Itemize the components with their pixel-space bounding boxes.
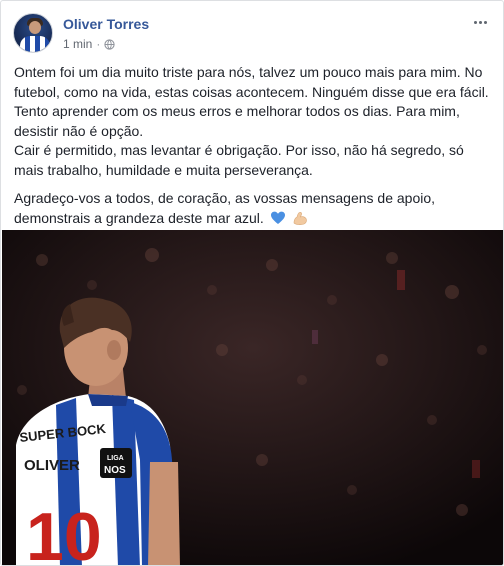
post-timestamp[interactable]: 1 min (63, 37, 92, 51)
player-figure: 10 OLIVER SUPER BOCK LIGA NOS (16, 297, 180, 566)
post-meta: 1 min · (63, 37, 115, 51)
liga-badge-top: LIGA (107, 455, 124, 462)
post-paragraph-2: Cair é permitido, mas levantar é obrigaç… (14, 142, 464, 178)
blue-heart-icon (270, 211, 285, 224)
flexed-biceps-icon (293, 211, 307, 225)
post-header: Oliver Torres 1 min · (13, 11, 491, 57)
more-options-icon[interactable] (469, 13, 491, 31)
author-name[interactable]: Oliver Torres (63, 16, 149, 32)
author-avatar[interactable] (13, 13, 53, 53)
post-paragraph-3-text: Agradeço-vos a todos, de coração, as vos… (14, 190, 436, 226)
meta-separator: · (96, 37, 101, 51)
post-message: Ontem foi um dia muito triste para nós, … (14, 63, 494, 228)
jersey-number: 10 (26, 499, 102, 566)
facebook-post-card: Oliver Torres 1 min · Ontem foi um dia m… (0, 0, 504, 566)
post-paragraph-1: Ontem foi um dia muito triste para nós, … (14, 64, 489, 139)
post-photo[interactable]: 10 OLIVER SUPER BOCK LIGA NOS (2, 230, 503, 566)
jersey-name: OLIVER (24, 457, 80, 474)
liga-badge-bottom: NOS (104, 465, 126, 476)
globe-icon[interactable] (104, 38, 115, 50)
post-paragraph-3: Agradeço-vos a todos, de coração, as vos… (14, 189, 494, 228)
